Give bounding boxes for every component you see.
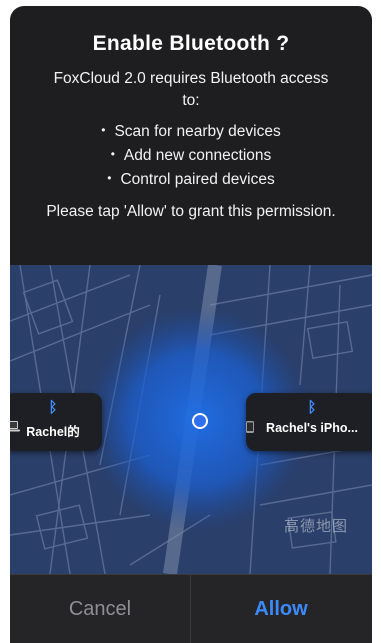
map-watermark: 高德地图 <box>283 518 348 535</box>
device-name: Rachel's iPho... <box>266 421 358 435</box>
dialog-intro-text: FoxCloud 2.0 requires Bluetooth access t… <box>53 70 329 109</box>
bluetooth-icon: ᛒ <box>48 399 58 416</box>
device-name: Rachel的 <box>26 425 80 439</box>
allow-button[interactable]: Allow <box>191 575 371 643</box>
device-card-laptop[interactable]: ᛒ Rachel的 <box>10 393 102 451</box>
list-item: • Scan for nearby devices <box>10 119 372 143</box>
dialog-outro-text: Please tap 'Allow' to grant this permiss… <box>46 203 336 220</box>
bluetooth-icon: ᛒ <box>307 399 317 416</box>
cancel-button[interactable]: Cancel <box>10 575 190 643</box>
my-location-dot <box>192 413 208 429</box>
bullet-icon: • <box>101 123 106 137</box>
list-item: • Add new connections <box>10 143 372 167</box>
dialog-title: Enable Bluetooth ? <box>92 32 290 55</box>
phone-icon <box>246 421 254 433</box>
permission-list: • Scan for nearby devices • Add new connec… <box>10 119 372 191</box>
dialog-button-bar: Cancel Allow <box>10 574 372 643</box>
laptop-icon <box>10 421 20 432</box>
nearby-devices-map: 高德地图 ᛒ Rachel的 ᛒ Rachel's iPho... <box>10 265 372 574</box>
device-card-phone[interactable]: ᛒ Rachel's iPho... <box>246 393 372 451</box>
bullet-icon: • <box>107 171 112 185</box>
bullet-icon: • <box>110 147 115 161</box>
permission-dialog: Enable Bluetooth ? FoxCloud 2.0 requires… <box>10 6 372 643</box>
list-item: • Control paired devices <box>10 167 372 191</box>
